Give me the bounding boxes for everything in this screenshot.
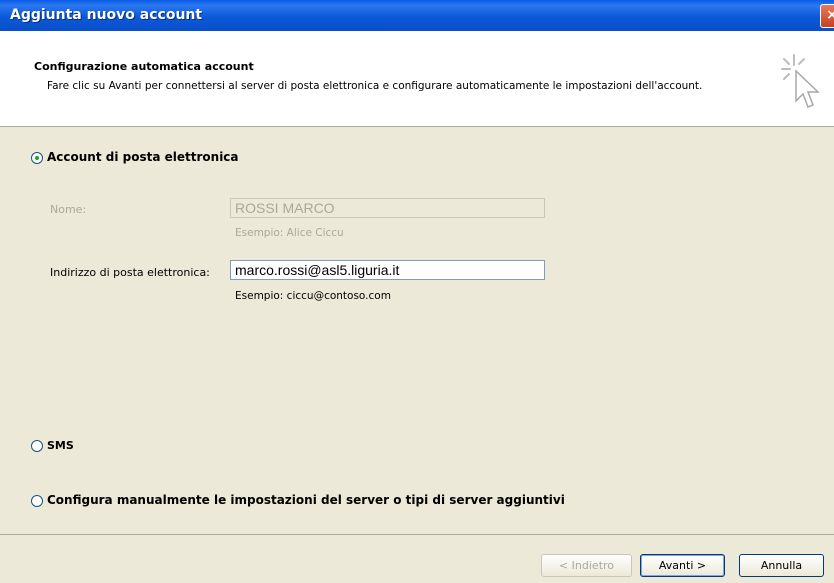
window-title: Aggiunta nuovo account [10, 7, 203, 23]
back-button[interactable]: < Indietro [541, 554, 632, 577]
email-label: Indirizzo di posta elettronica: [50, 266, 210, 279]
add-account-dialog: Aggiunta nuovo account × Configurazione … [0, 0, 834, 583]
sms-radio[interactable] [31, 440, 43, 452]
email-account-label[interactable]: Account di posta elettronica [47, 150, 239, 164]
header-title: Configurazione automatica account [34, 60, 254, 73]
manual-config-radio[interactable] [31, 495, 43, 507]
manual-config-label[interactable]: Configura manualmente le impostazioni de… [47, 493, 565, 507]
next-button[interactable]: Avanti > [640, 554, 725, 577]
header-description: Fare clic su Avanti per connettersi al s… [47, 80, 703, 92]
close-button[interactable]: × [820, 4, 834, 28]
email-field[interactable]: marco.rossi@asl5.liguria.it [230, 260, 545, 280]
email-account-radio[interactable] [31, 152, 43, 164]
sms-label[interactable]: SMS [47, 439, 74, 452]
cancel-button[interactable]: Annulla [739, 554, 824, 577]
name-field[interactable]: ROSSI MARCO [230, 198, 545, 218]
name-label: Nome: [50, 203, 87, 216]
wizard-header: Configurazione automatica account Fare c… [0, 31, 834, 127]
footer-separator [0, 534, 834, 535]
name-example: Esempio: Alice Ciccu [235, 227, 344, 239]
email-example: Esempio: ciccu@contoso.com [235, 290, 391, 302]
title-bar[interactable]: Aggiunta nuovo account × [0, 0, 834, 31]
click-cursor-icon [781, 54, 820, 108]
